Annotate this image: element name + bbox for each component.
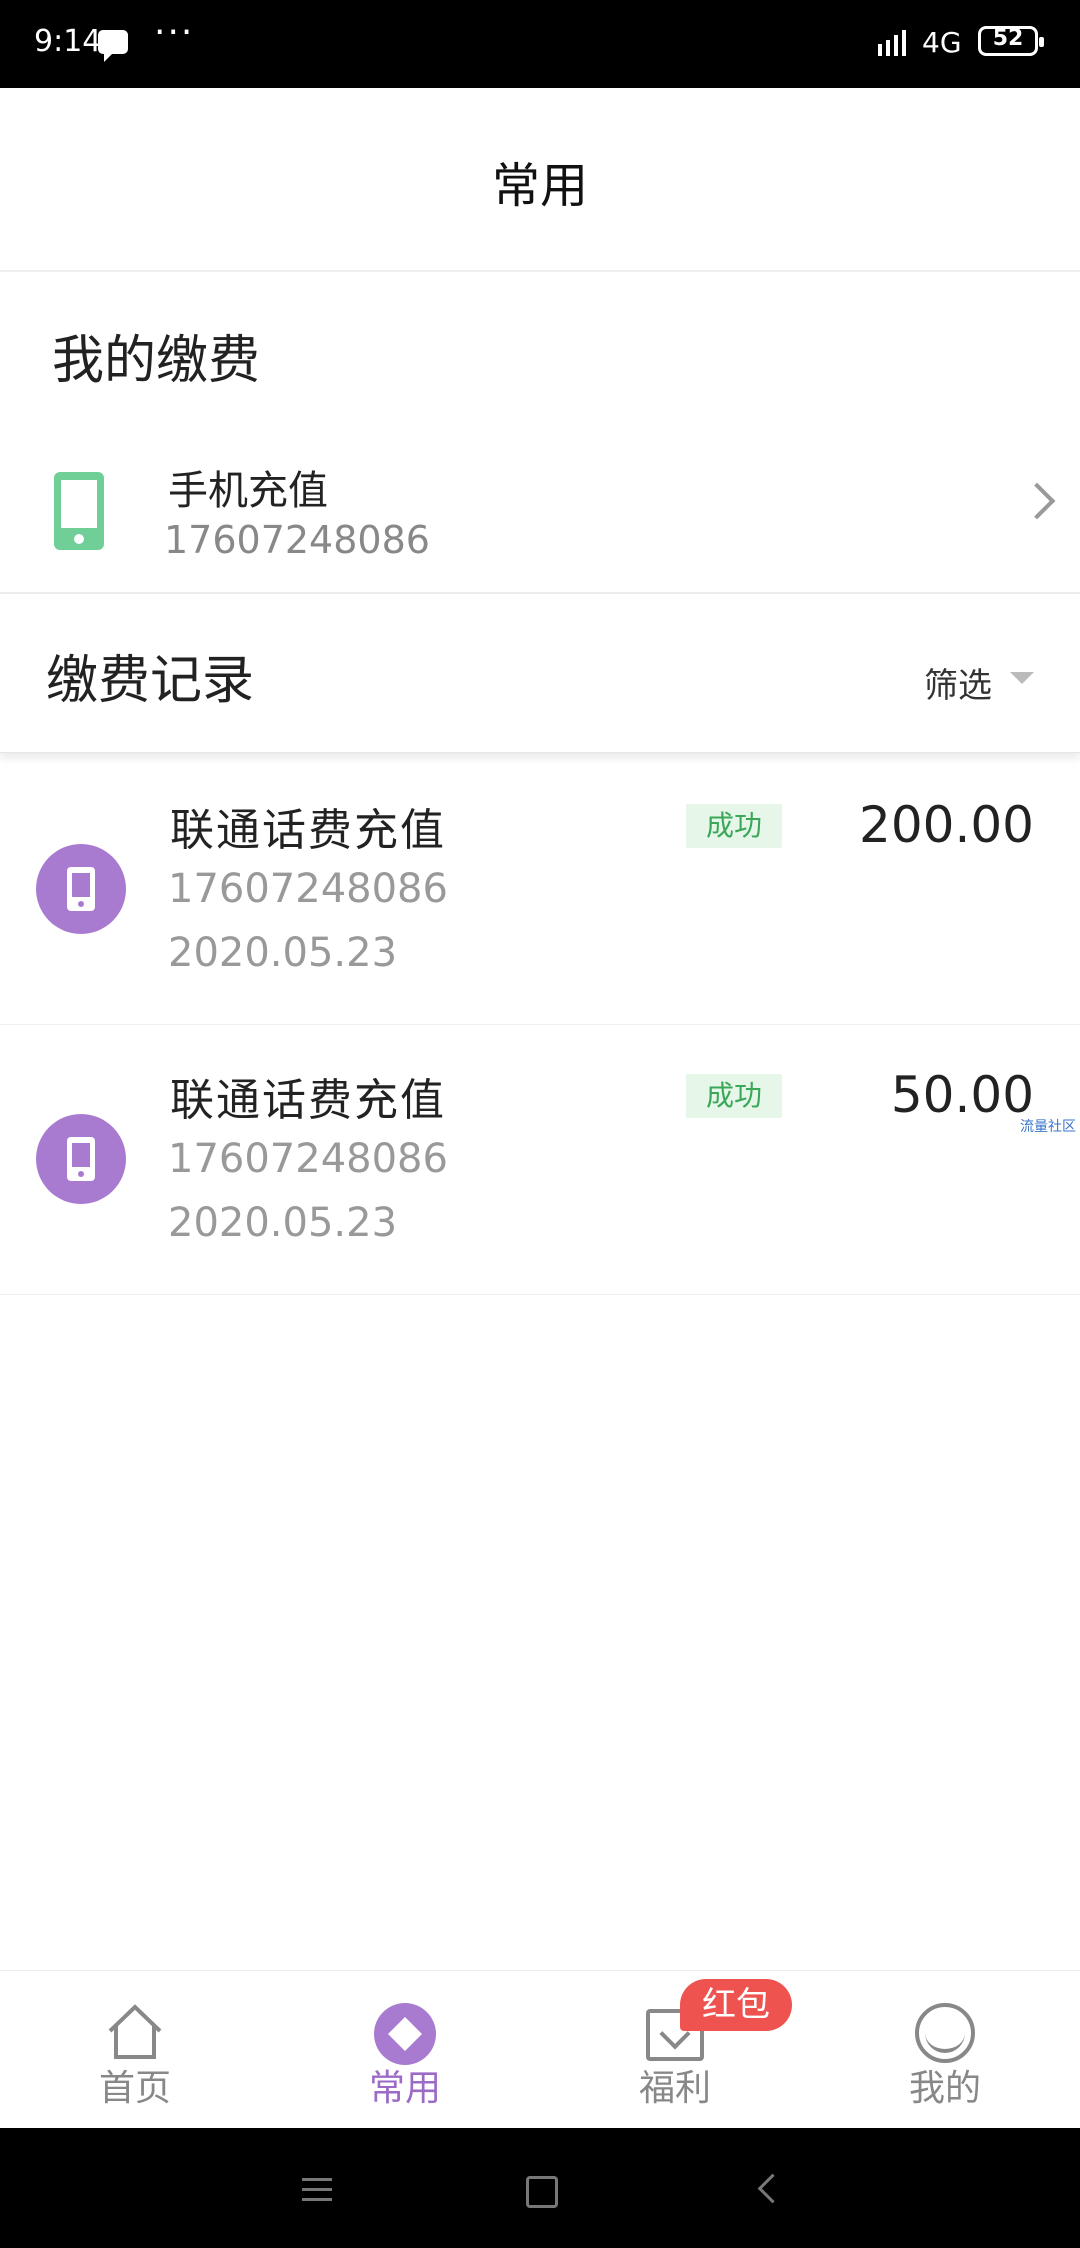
signal-icon: [878, 30, 906, 56]
status-badge: 成功: [686, 804, 782, 848]
battery-level: 52: [992, 26, 1024, 51]
phone-recharge-icon: [36, 1114, 126, 1204]
chevron-right-icon: [1018, 482, 1056, 520]
mobile-recharge-item[interactable]: 手机充值 17607248086: [0, 430, 1080, 594]
mobile-phone-icon: [54, 472, 104, 550]
tab-common-label: 常用: [368, 2068, 441, 2109]
mobile-recharge-label: 手机充值: [168, 468, 328, 514]
message-icon: [98, 30, 128, 62]
caret-down-icon[interactable]: [1010, 672, 1034, 684]
record-date: 2020.05.23: [168, 930, 398, 976]
battery-icon: 52: [978, 26, 1044, 56]
tab-home-label: 首页: [98, 2068, 171, 2109]
home-square-icon[interactable]: [526, 2176, 558, 2208]
record-name: 联通话费充值: [170, 1075, 446, 1126]
mobile-recharge-number: 17607248086: [164, 518, 430, 562]
page-header: 常用: [0, 88, 1080, 272]
tab-mine[interactable]: 我的: [810, 1971, 1080, 2129]
record-row[interactable]: 联通话费充值 17607248086 2020.05.23 成功 50.00: [0, 1026, 1080, 1295]
record-name: 联通话费充值: [170, 805, 446, 856]
record-phone: 17607248086: [168, 866, 448, 912]
record-date: 2020.05.23: [168, 1200, 398, 1246]
red-packet-badge[interactable]: 红包: [680, 1979, 792, 2031]
record-row[interactable]: 联通话费充值 17607248086 2020.05.23 成功 200.00: [0, 756, 1080, 1025]
page-title: 常用: [491, 158, 588, 214]
watermark-text: 流量社区: [1020, 1119, 1076, 1135]
tab-welfare-label: 福利: [638, 2068, 711, 2109]
payment-records-header: 缴费记录 筛选: [0, 594, 1080, 753]
status-time: 9:14: [34, 24, 102, 59]
network-type: 4G: [922, 26, 962, 59]
my-payment-title: 我的缴费: [52, 331, 261, 391]
tab-common[interactable]: 常用: [270, 1971, 540, 2129]
payment-records-title: 缴费记录: [46, 651, 255, 711]
home-icon: [108, 2004, 162, 2059]
phone-recharge-icon: [36, 844, 126, 934]
smile-icon: [915, 2003, 975, 2063]
more-notifications-icon: ···: [154, 12, 195, 53]
tab-home[interactable]: 首页: [0, 1971, 270, 2129]
diamond-icon: [374, 2003, 436, 2065]
status-bar: 9:14 ··· 4G 52: [0, 0, 1080, 88]
record-amount: 200.00: [859, 796, 1034, 854]
status-badge: 成功: [686, 1074, 782, 1118]
back-icon[interactable]: [757, 2173, 788, 2204]
menu-icon[interactable]: [302, 2178, 332, 2202]
filter-button[interactable]: 筛选: [924, 658, 992, 707]
bottom-tab-bar: 首页 常用 福利 我的 红包: [0, 1970, 1080, 2129]
record-phone: 17607248086: [168, 1136, 448, 1182]
system-navigation-bar: [0, 2128, 1080, 2248]
tab-mine-label: 我的: [908, 2068, 981, 2109]
record-amount: 50.00: [890, 1066, 1034, 1124]
